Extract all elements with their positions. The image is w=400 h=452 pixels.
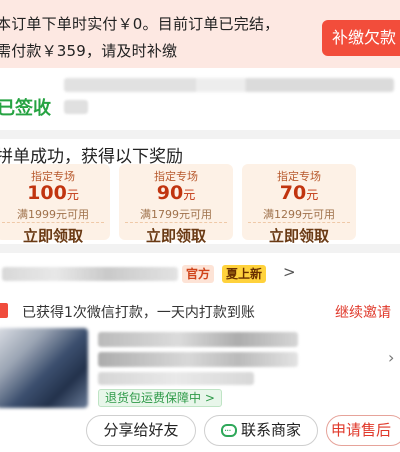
section-divider [0,244,400,253]
logistics-detail-blurred [64,78,394,92]
wechat-payout-text: 已获得1次微信打款，一天内打款到账 [22,305,255,321]
coupon-card[interactable]: 指定专场 70元 满1299元可用 立即领取 [242,164,356,245]
coupon-amount-value: 90 [156,182,184,204]
continue-invite-link[interactable]: 继续邀请 [335,302,391,322]
contact-merchant-label: 联系商家 [240,421,301,439]
claim-coupon-button[interactable]: 立即领取 [119,225,233,246]
coupon-card[interactable]: 指定专场 100元 满1999元可用 立即领取 [0,164,110,245]
claim-coupon-button[interactable]: 立即领取 [0,225,110,246]
logistics-detail-blurred-2 [64,100,88,114]
apply-after-sale-button[interactable]: 申请售后 [326,415,400,446]
payment-notice-banner: 本订单下单时实付￥0。目前订单已完结， 需付款￥359，请及时补缴 补缴欠款 [0,0,400,68]
repay-debt-button[interactable]: 补缴欠款 [322,20,400,56]
chat-bubble-icon [220,417,237,446]
coupon-condition: 满1299元可用 [263,208,335,221]
product-title-blurred [98,332,298,347]
coupon-amount-unit: 元 [306,188,319,202]
coupon-divider [248,222,350,223]
product-image[interactable] [0,328,88,408]
coupon-card[interactable]: 指定专场 90元 满1799元可用 立即领取 [119,164,233,245]
claim-coupon-button[interactable]: 立即领取 [242,225,356,246]
return-shipping-guarantee-badge[interactable]: 退货包运费保障中 > [98,389,222,407]
logistics-row[interactable]: 已签收 [0,70,400,130]
shop-name-blurred [2,267,178,281]
notice-text-line1: 本订单下单时实付￥0。目前订单已完结， [0,15,280,33]
chevron-right-icon[interactable]: › [388,348,394,367]
wechat-payout-row: 已获得1次微信打款，一天内打款到账 继续邀请 [0,300,400,322]
share-to-friend-button[interactable]: 分享给好友 [86,415,196,446]
notice-text-line2: 需付款￥359，请及时补缴 [0,42,178,60]
coupon-amount: 90元 [119,182,233,204]
product-title-blurred-2 [98,352,298,367]
contact-merchant-button[interactable]: 联系商家 [204,415,318,446]
red-packet-icon [0,303,8,318]
coupon-divider [2,222,104,223]
product-spec-blurred [98,372,254,385]
official-badge: 官方 [182,265,215,283]
coupon-amount-unit: 元 [183,188,196,202]
coupon-amount-value: 100 [27,182,67,204]
coupon-amount: 70元 [242,182,356,204]
section-divider [0,130,400,139]
coupon-amount-value: 70 [279,182,307,204]
coupon-divider [125,222,227,223]
coupon-condition: 满1799元可用 [140,208,212,221]
coupon-amount: 100元 [0,182,110,204]
chevron-right-icon[interactable]: > [283,263,296,281]
shop-row[interactable]: 官方 夏上新 > [0,263,400,285]
delivery-status: 已签收 [0,98,51,119]
coupon-amount-unit: 元 [66,188,79,202]
coupon-condition: 满1999元可用 [17,208,89,221]
summer-new-badge: 夏上新 [222,265,267,283]
